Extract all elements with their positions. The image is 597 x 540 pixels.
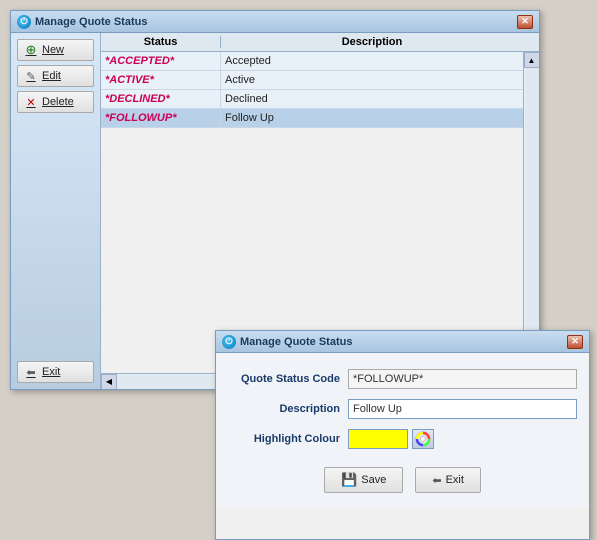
status-code-label: Quote Status Code bbox=[228, 373, 348, 385]
dialog-buttons: 💾 Save ⬅ Exit bbox=[228, 459, 577, 497]
dialog-exit-button[interactable]: ⬅ Exit bbox=[415, 467, 481, 493]
column-status: Status bbox=[101, 36, 221, 48]
dialog-app-icon: ⏻ bbox=[222, 335, 236, 349]
sidebar-spacer bbox=[17, 117, 94, 357]
cell-status: *ACTIVE* bbox=[101, 71, 221, 89]
color-wheel-icon bbox=[415, 431, 431, 447]
main-window-title: Manage Quote Status bbox=[35, 16, 147, 28]
highlight-row: Highlight Colour bbox=[228, 429, 577, 449]
scroll-left-arrow[interactable]: ◀ bbox=[101, 374, 117, 390]
title-bar-left: ⏻ Manage Quote Status bbox=[17, 15, 147, 29]
edit-icon: ✎ bbox=[24, 69, 38, 83]
app-icon: ⏻ bbox=[17, 15, 31, 29]
description-label: Description bbox=[228, 403, 348, 415]
highlight-label: Highlight Colour bbox=[228, 433, 348, 445]
status-code-input[interactable] bbox=[348, 369, 577, 389]
save-button[interactable]: 💾 Save bbox=[324, 467, 403, 493]
delete-button[interactable]: ✕ Delete bbox=[17, 91, 94, 113]
new-button[interactable]: ⊕ New bbox=[17, 39, 94, 61]
scroll-up-arrow[interactable]: ▲ bbox=[524, 52, 540, 68]
delete-icon: ✕ bbox=[24, 95, 38, 109]
new-icon: ⊕ bbox=[24, 43, 38, 57]
scroll-spacer bbox=[523, 36, 539, 48]
cell-description: Active bbox=[221, 71, 523, 89]
main-close-button[interactable]: ✕ bbox=[517, 15, 533, 29]
exit-button[interactable]: ⬅ Exit bbox=[17, 361, 94, 383]
color-picker-button[interactable] bbox=[412, 429, 434, 449]
description-row: Description bbox=[228, 399, 577, 419]
cell-status: *FOLLOWUP* bbox=[101, 109, 221, 127]
vertical-scrollbar[interactable]: ▲ ▼ bbox=[523, 52, 539, 373]
dialog-close-button[interactable]: ✕ bbox=[567, 335, 583, 349]
scroll-track bbox=[525, 68, 539, 357]
save-icon: 💾 bbox=[341, 472, 357, 488]
dialog-title-bar: ⏻ Manage Quote Status ✕ bbox=[216, 331, 589, 353]
dialog-content: Quote Status Code Description Highlight … bbox=[216, 353, 589, 507]
color-swatch[interactable] bbox=[348, 429, 408, 449]
highlight-controls bbox=[348, 429, 434, 449]
status-code-row: Quote Status Code bbox=[228, 369, 577, 389]
main-title-bar: ⏻ Manage Quote Status ✕ bbox=[11, 11, 539, 33]
table-row[interactable]: *DECLINED* Declined bbox=[101, 90, 523, 109]
dialog-exit-icon: ⬅ bbox=[432, 474, 441, 487]
table-row[interactable]: *ACTIVE* Active bbox=[101, 71, 523, 90]
table-row-selected[interactable]: *FOLLOWUP* Follow Up bbox=[101, 109, 523, 128]
table-row[interactable]: *ACCEPTED* Accepted bbox=[101, 52, 523, 71]
sidebar: ⊕ New ✎ Edit ✕ Delete ⬅ Exit bbox=[11, 33, 101, 389]
cell-description: Follow Up bbox=[221, 109, 523, 127]
description-input[interactable] bbox=[348, 399, 577, 419]
cell-status: *DECLINED* bbox=[101, 90, 221, 108]
dialog-title-left: ⏻ Manage Quote Status bbox=[222, 335, 352, 349]
column-description: Description bbox=[221, 36, 523, 48]
table-scroll[interactable]: *ACCEPTED* Accepted *ACTIVE* Active *DEC… bbox=[101, 52, 523, 373]
cell-description: Declined bbox=[221, 90, 523, 108]
exit-icon: ⬅ bbox=[24, 365, 38, 379]
table-header: Status Description bbox=[101, 33, 539, 52]
cell-description: Accepted bbox=[221, 52, 523, 70]
table-body-container: *ACCEPTED* Accepted *ACTIVE* Active *DEC… bbox=[101, 52, 539, 373]
edit-button[interactable]: ✎ Edit bbox=[17, 65, 94, 87]
cell-status: *ACCEPTED* bbox=[101, 52, 221, 70]
dialog-window: ⏻ Manage Quote Status ✕ Quote Status Cod… bbox=[215, 330, 590, 540]
dialog-title: Manage Quote Status bbox=[240, 336, 352, 348]
